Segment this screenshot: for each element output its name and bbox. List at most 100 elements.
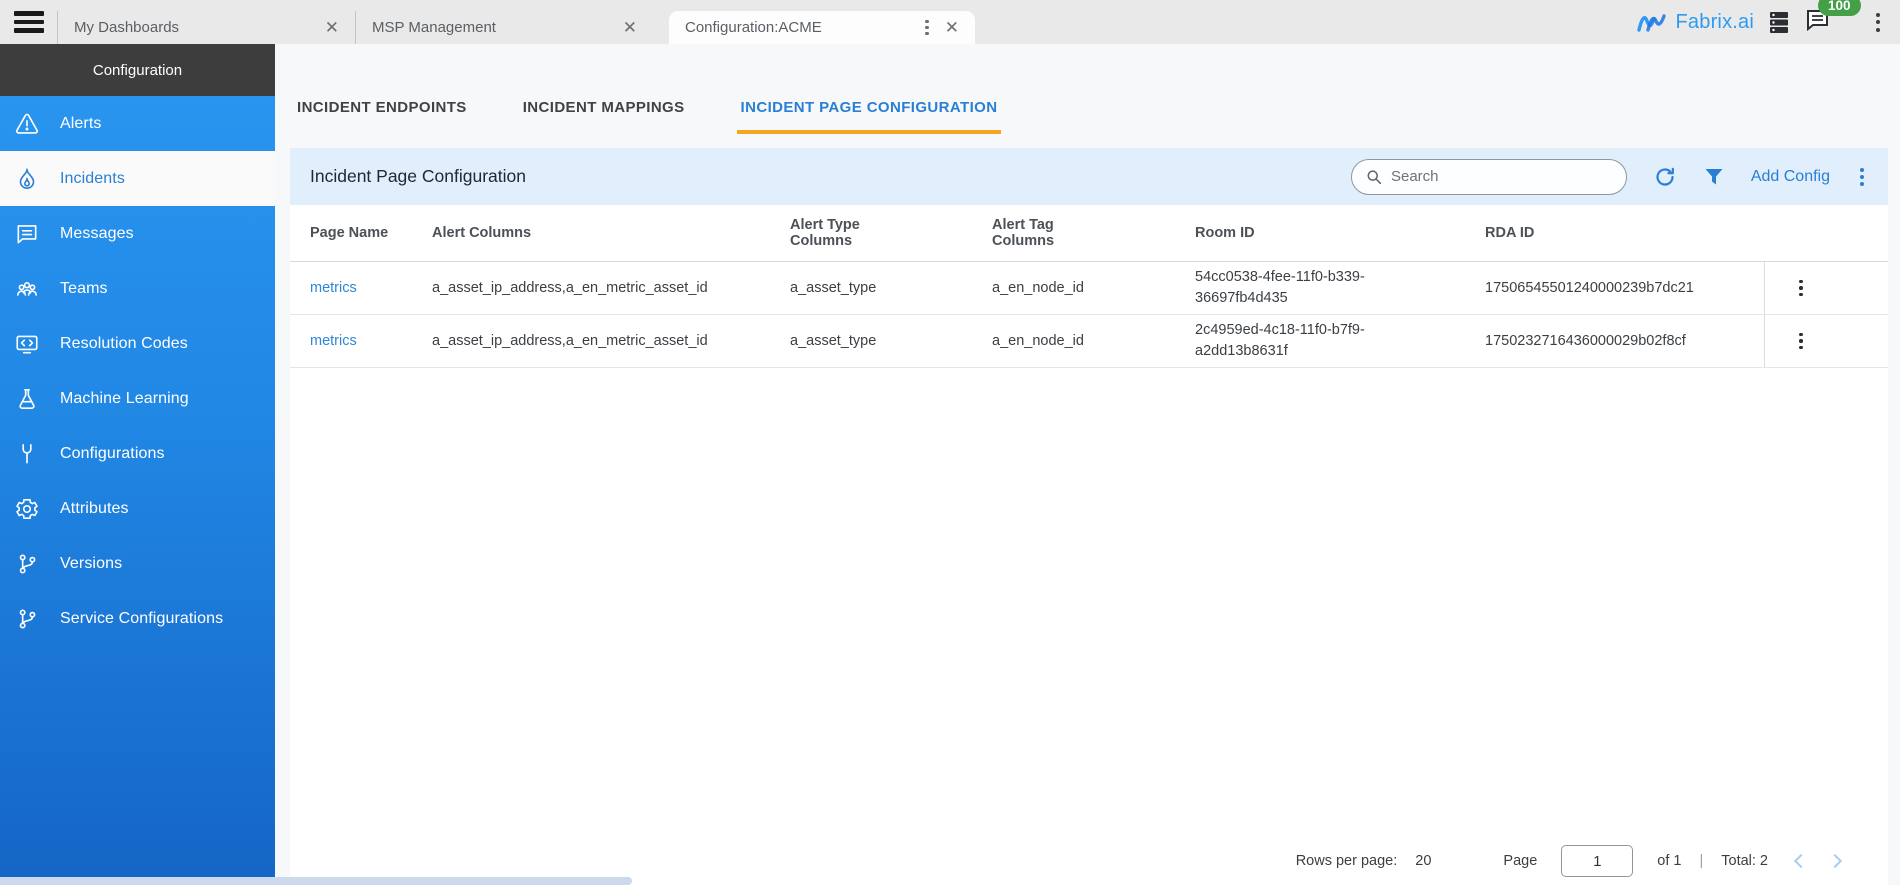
- pagination-separator: |: [1699, 853, 1703, 869]
- page-name-link[interactable]: metrics: [310, 333, 357, 349]
- page-label: Page: [1503, 853, 1537, 869]
- rows-per-page-value[interactable]: 20: [1415, 853, 1431, 869]
- cell-alert-columns: a_asset_ip_address,a_en_metric_asset_id: [432, 333, 790, 349]
- col-page-name: Page Name: [290, 225, 432, 241]
- workspace-tab-msp-management[interactable]: MSP Management ✕: [355, 11, 653, 44]
- brand-logo: Fabrix.ai: [1636, 9, 1755, 35]
- tab-incident-page-configuration[interactable]: INCIDENT PAGE CONFIGURATION: [737, 99, 1002, 134]
- config-table: Page Name Alert Columns Alert Type Colum…: [290, 205, 1888, 885]
- sidebar-item-label: Service Configurations: [60, 610, 223, 628]
- col-rda-id: RDA ID: [1485, 225, 1764, 241]
- sidebar-item-service-configurations[interactable]: Service Configurations: [0, 591, 275, 646]
- server-rack-icon[interactable]: [1767, 9, 1791, 35]
- sidebar-item-alerts[interactable]: Alerts: [0, 96, 275, 151]
- panel-kebab-icon[interactable]: [1856, 166, 1868, 188]
- cell-rda-id: 17506545501240000239b7dc21: [1485, 280, 1764, 296]
- row-actions-kebab-icon[interactable]: [1795, 276, 1807, 301]
- previous-page-chevron-icon[interactable]: [1794, 854, 1808, 868]
- refresh-button[interactable]: [1653, 165, 1677, 189]
- code-monitor-icon: [14, 331, 40, 357]
- search-icon: [1366, 168, 1382, 186]
- team-icon: [14, 276, 40, 302]
- incident-tabs: INCIDENT ENDPOINTS INCIDENT MAPPINGS INC…: [275, 44, 1900, 134]
- add-config-button[interactable]: Add Config: [1751, 168, 1830, 186]
- tab-label: MSP Management: [372, 19, 621, 36]
- close-icon[interactable]: ✕: [621, 18, 639, 38]
- sidebar-item-teams[interactable]: Teams: [0, 261, 275, 316]
- sidebar-item-versions[interactable]: Versions: [0, 536, 275, 591]
- git-branch-icon: [14, 606, 40, 632]
- page-of-label: of 1: [1657, 853, 1681, 869]
- cell-alert-columns: a_asset_ip_address,a_en_metric_asset_id: [432, 280, 790, 296]
- top-bar: My Dashboards ✕ MSP Management ✕ Configu…: [0, 0, 1900, 44]
- next-page-chevron-icon[interactable]: [1828, 854, 1842, 868]
- sidebar-item-configurations[interactable]: Configurations: [0, 426, 275, 481]
- sidebar-item-label: Configurations: [60, 445, 165, 463]
- workspace-tab-my-dashboards[interactable]: My Dashboards ✕: [57, 11, 355, 44]
- flame-icon: [14, 166, 40, 192]
- topbar-right-cluster: Fabrix.ai 100: [1636, 0, 1900, 44]
- col-room-id: Room ID: [1195, 225, 1485, 241]
- rows-per-page-label: Rows per page:: [1296, 853, 1398, 869]
- incident-page-configuration-panel: Incident Page Configuration: [290, 148, 1888, 885]
- main-content: INCIDENT ENDPOINTS INCIDENT MAPPINGS INC…: [275, 44, 1900, 885]
- sidebar-item-label: Versions: [60, 555, 122, 573]
- total-label: Total: 2: [1721, 853, 1768, 869]
- sidebar-item-attributes[interactable]: Attributes: [0, 481, 275, 536]
- close-icon[interactable]: ✕: [943, 18, 961, 38]
- tab-incident-endpoints[interactable]: INCIDENT ENDPOINTS: [293, 99, 471, 134]
- git-branch-icon: [14, 551, 40, 577]
- row-actions-kebab-icon[interactable]: [1795, 329, 1807, 354]
- gear-icon: [14, 496, 40, 522]
- wrench-icon: [14, 441, 40, 467]
- cell-alert-type-columns: a_asset_type: [790, 333, 992, 349]
- page-number-input[interactable]: [1561, 845, 1633, 877]
- message-icon: [14, 221, 40, 247]
- tab-incident-mappings[interactable]: INCIDENT MAPPINGS: [519, 99, 689, 134]
- alert-triangle-icon: [14, 111, 40, 137]
- table-header-row: Page Name Alert Columns Alert Type Colum…: [290, 205, 1888, 262]
- sidebar-item-machine-learning[interactable]: Machine Learning: [0, 371, 275, 426]
- brand-name: Fabrix.ai: [1676, 11, 1755, 34]
- sidebar-item-label: Incidents: [60, 170, 125, 188]
- search-box[interactable]: [1351, 159, 1627, 195]
- col-alert-columns: Alert Columns: [432, 225, 790, 241]
- cell-rda-id: 1750232716436000029b02f8cf: [1485, 333, 1764, 349]
- page-title: Incident Page Configuration: [310, 166, 1351, 187]
- horizontal-scrollbar-thumb[interactable]: [0, 877, 632, 885]
- sidebar: Configuration Alerts Incidents Messages: [0, 44, 275, 885]
- sidebar-item-label: Messages: [60, 225, 134, 243]
- refresh-icon: [1653, 165, 1677, 189]
- topbar-kebab-icon[interactable]: [1870, 9, 1886, 36]
- cell-room-id: 2c4959ed-4c18-11f0-b7f9-a2dd13b8631f: [1195, 320, 1385, 362]
- cell-alert-tag-columns: a_en_node_id: [992, 333, 1195, 349]
- sidebar-item-messages[interactable]: Messages: [0, 206, 275, 261]
- hamburger-menu-icon[interactable]: [0, 0, 57, 44]
- workspace-tab-configuration-acme[interactable]: Configuration:ACME ✕: [669, 11, 975, 44]
- tab-label: Configuration:ACME: [685, 19, 925, 36]
- sidebar-item-incidents[interactable]: Incidents: [0, 151, 275, 206]
- cell-alert-tag-columns: a_en_node_id: [992, 280, 1195, 296]
- close-icon[interactable]: ✕: [323, 18, 341, 38]
- filter-button[interactable]: [1703, 166, 1725, 188]
- app-window: My Dashboards ✕ MSP Management ✕ Configu…: [0, 0, 1900, 885]
- table-row: metrics a_asset_ip_address,a_en_metric_a…: [290, 315, 1888, 368]
- sidebar-header: Configuration: [0, 44, 275, 96]
- chat-notifications[interactable]: 100: [1804, 7, 1831, 38]
- sidebar-item-resolution-codes[interactable]: Resolution Codes: [0, 316, 275, 371]
- sidebar-item-label: Resolution Codes: [60, 335, 188, 353]
- search-input[interactable]: [1391, 168, 1612, 185]
- sidebar-item-label: Attributes: [60, 500, 129, 518]
- sidebar-item-label: Teams: [60, 280, 108, 298]
- table-row: metrics a_asset_ip_address,a_en_metric_a…: [290, 262, 1888, 315]
- cell-alert-type-columns: a_asset_type: [790, 280, 992, 296]
- tab-label: My Dashboards: [74, 19, 323, 36]
- cell-room-id: 54cc0538-4fee-11f0-b339-36697fb4d435: [1195, 267, 1385, 309]
- page-name-link[interactable]: metrics: [310, 280, 357, 296]
- notification-count-badge: 100: [1818, 0, 1861, 16]
- fabrix-wave-icon: [1636, 9, 1670, 35]
- sidebar-item-label: Machine Learning: [60, 390, 189, 408]
- panel-header: Incident Page Configuration: [290, 148, 1888, 205]
- tab-options-kebab-icon[interactable]: [925, 20, 929, 36]
- filter-funnel-icon: [1703, 166, 1725, 188]
